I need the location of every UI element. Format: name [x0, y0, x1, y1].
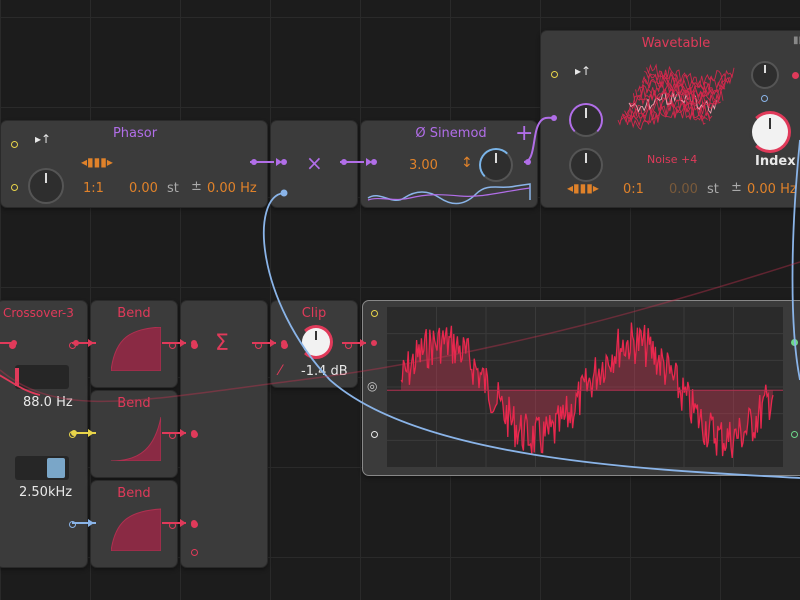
- link-icon[interactable]: ◎: [367, 379, 377, 393]
- wavetable-small-knob-port[interactable]: [761, 95, 768, 102]
- sum-input-port-4[interactable]: [191, 549, 198, 556]
- sum-module[interactable]: Σ: [180, 300, 268, 568]
- wavetable-waveform-icon[interactable]: ◂▮▮▮▸: [567, 181, 599, 195]
- bend-curve-3[interactable]: [111, 507, 161, 551]
- bend-module-1[interactable]: Bend: [90, 300, 178, 388]
- phasor-module[interactable]: Phasor ▸↑ ◂▮▮▮▸ 1:1 0.00 st ± 0.00 Hz: [0, 120, 268, 208]
- clip-input-port[interactable]: [281, 342, 288, 349]
- index-knob[interactable]: [749, 111, 791, 153]
- crossover-high-slider[interactable]: [15, 456, 69, 480]
- sinemod-add-button[interactable]: +: [515, 121, 533, 146]
- wavetable-ratio[interactable]: 0:1: [623, 182, 644, 197]
- wavetable-knob-top[interactable]: [569, 103, 603, 137]
- phasor-unit-st: st: [167, 181, 179, 196]
- scope-output-port-top[interactable]: [791, 339, 798, 346]
- sum-symbol: Σ: [215, 331, 229, 356]
- multiply-symbol: ×: [306, 151, 323, 175]
- wavetable-module[interactable]: Wavetable ▮▮▮ ▸↑ ◂▮▮▮▸ Noise +4 Index 0:…: [540, 30, 800, 208]
- crossover-freq-low[interactable]: 88.0 Hz: [23, 395, 73, 410]
- scope-display: [387, 307, 783, 467]
- wavetable-retrigger-icon[interactable]: ▸↑: [575, 64, 591, 78]
- bend-output-port-1[interactable]: [169, 342, 176, 349]
- wavetable-output-port-top[interactable]: [792, 72, 799, 79]
- phasor-input-port-bottom[interactable]: [11, 184, 18, 191]
- bend-title-1: Bend: [117, 306, 151, 321]
- sinemod-title: Ø Sinemod: [415, 126, 487, 141]
- sinemod-arrows-icon[interactable]: ↕: [461, 155, 473, 171]
- wavetable-freq[interactable]: 0.00 Hz: [747, 182, 797, 197]
- wavetable-pm: ±: [731, 180, 742, 195]
- clip-value[interactable]: -1.4 dB: [301, 364, 348, 379]
- clip-output-port[interactable]: [345, 342, 352, 349]
- phasor-freq[interactable]: 0.00 Hz: [207, 181, 257, 196]
- sinemod-knob[interactable]: [479, 148, 513, 182]
- sum-output-port[interactable]: [255, 342, 262, 349]
- sinemod-value[interactable]: 3.00: [409, 158, 438, 173]
- sum-input-port-2[interactable]: [191, 431, 198, 438]
- phasor-offset[interactable]: 0.00: [129, 181, 158, 196]
- clip-curve-icon: ⁄: [279, 363, 282, 379]
- phasor-pm: ±: [191, 179, 202, 194]
- clip-knob[interactable]: [299, 325, 333, 359]
- wavetable-title: Wavetable: [641, 36, 711, 51]
- crossover-output-port-1[interactable]: [69, 342, 76, 349]
- bend-output-port-2[interactable]: [169, 432, 176, 439]
- crossover-input-port[interactable]: [9, 342, 16, 349]
- wavetable-knob-bottom[interactable]: [569, 148, 603, 182]
- scope-module[interactable]: ◎: [362, 300, 800, 476]
- wavetable-input-port-top[interactable]: [551, 71, 558, 78]
- clip-title: Clip: [301, 306, 327, 321]
- sum-input-port-3[interactable]: [191, 521, 198, 528]
- sinemod-module[interactable]: Ø Sinemod + 3.00 ↕: [360, 120, 538, 208]
- phasor-title: Phasor: [112, 126, 158, 141]
- bars-icon: ▮▮▮: [793, 35, 800, 46]
- wavetable-offset[interactable]: 0.00: [669, 182, 698, 197]
- wavetable-small-knob[interactable]: [751, 61, 779, 89]
- phasor-knob[interactable]: [28, 168, 64, 204]
- wavetable-unit-st: st: [707, 182, 719, 197]
- crossover-output-port-3[interactable]: [69, 521, 76, 528]
- multiply-module[interactable]: ×: [270, 120, 358, 208]
- bend-title-2: Bend: [117, 396, 151, 411]
- crossover-freq-high[interactable]: 2.50kHz: [19, 485, 72, 500]
- wavetable-preset[interactable]: Noise +4: [647, 153, 697, 166]
- phasor-input-port-top[interactable]: [11, 141, 18, 148]
- bend-title-3: Bend: [117, 486, 151, 501]
- bend-curve-2[interactable]: [111, 417, 161, 461]
- crossover-module[interactable]: Crossover-3 88.0 Hz 2.50kHz: [0, 300, 88, 568]
- crossover-low-slider[interactable]: [15, 365, 69, 389]
- phasor-ratio[interactable]: 1:1: [83, 181, 104, 196]
- bend-output-port-3[interactable]: [169, 522, 176, 529]
- scope-input-port-top[interactable]: [371, 310, 378, 317]
- crossover-title: Crossover-3: [3, 306, 74, 320]
- sum-input-port-1[interactable]: [191, 342, 198, 349]
- bend-module-2[interactable]: Bend: [90, 390, 178, 478]
- index-label: Index: [755, 154, 796, 169]
- scope-input-port-bottom[interactable]: [371, 431, 378, 438]
- waveform-icon[interactable]: ◂▮▮▮▸: [81, 155, 113, 169]
- clip-module[interactable]: Clip ⁄ -1.4 dB: [270, 300, 358, 388]
- bend-module-3[interactable]: Bend: [90, 480, 178, 568]
- scope-output-port-bottom[interactable]: [791, 431, 798, 438]
- retrigger-icon[interactable]: ▸↑: [35, 132, 51, 146]
- crossover-output-port-2[interactable]: [69, 431, 76, 438]
- bend-curve-1[interactable]: [111, 327, 161, 371]
